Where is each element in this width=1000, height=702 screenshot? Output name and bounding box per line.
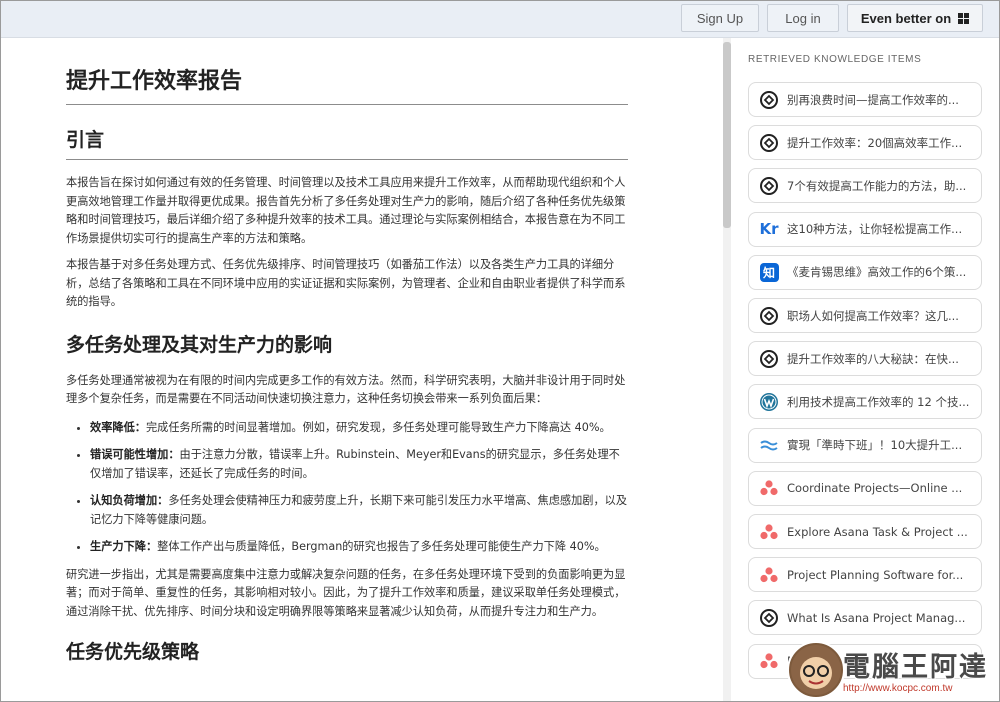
knowledge-item-label: What Is Asana Project Manag... [787, 610, 966, 625]
chatgpt-icon [759, 133, 779, 153]
even-better-button[interactable]: Even better on [847, 4, 983, 32]
knowledge-item-label: 提升工作效率：20個高效率工作... [787, 135, 963, 150]
list-item: 效率降低：完成任务所需的时间显著增加。例如，研究发现，多任务处理可能导致生产力下… [90, 419, 628, 438]
sidebar-title: RETRIEVED KNOWLEDGE ITEMS [748, 54, 922, 65]
knowledge-item[interactable]: Project Planning Software for... [748, 557, 982, 593]
knowledge-item-label: 别再浪费时间—提高工作效率的... [787, 92, 959, 107]
knowledge-item-label: 利用技术提高工作效率的 12 个技... [787, 394, 970, 409]
knowledge-item[interactable]: 知《麦肯锡思维》高效工作的6个策... [748, 254, 982, 290]
knowledge-item[interactable]: Kr 这10种方法，让你轻松提高工作... [748, 211, 982, 247]
knowledge-item[interactable]: 利用技术提高工作效率的 12 个技... [748, 384, 982, 420]
knowledge-item[interactable]: Explore Asana Task & Project ... [748, 514, 982, 549]
windows-icon [958, 12, 970, 24]
section-heading-priority: 任务优先级策略 [66, 641, 200, 663]
list-item: 错误可能性增加：由于注意力分散，错误率上升。Rubinstein、Meyer和E… [90, 446, 628, 483]
knowledge-sidebar: RETRIEVED KNOWLEDGE ITEMS 别再浪费时间—提高工作效率的… [732, 38, 999, 701]
kr-icon: Kr [759, 220, 779, 239]
chatgpt-icon [759, 608, 779, 628]
top-bar: Sign Up Log in Even better on [1, 1, 999, 38]
knowledge-item-label: 职场人如何提高工作效率？这几... [787, 308, 959, 323]
wave-icon [759, 435, 779, 455]
asana-icon [759, 651, 779, 671]
knowledge-item-label: Project Planning Software for... [787, 567, 964, 582]
bullet-list: 效率降低：完成任务所需的时间显著增加。例如，研究发现，多任务处理可能导致生产力下… [66, 419, 628, 557]
knowledge-item-label: 實現「準時下班」！10大提升工... [787, 438, 963, 453]
knowledge-item-label: 提升工作效率的八大秘訣：在快... [787, 351, 959, 366]
knowledge-item[interactable]: 7个有效提高工作能力的方法，助... [748, 168, 982, 204]
knowledge-item[interactable]: 提升工作效率的八大秘訣：在快... [748, 341, 982, 377]
wordpress-icon [759, 392, 779, 412]
scrollbar-thumb[interactable] [723, 42, 731, 228]
section-heading-intro: 引言 [66, 127, 628, 160]
log-in-label: Log in [785, 10, 821, 26]
watermark-url: http://www.kocpc.com.tw [843, 683, 953, 694]
knowledge-item-label: 7个有效提高工作能力的方法，助... [787, 178, 967, 193]
paragraph: 研究进一步指出，尤其是需要高度集中注意力或解决复杂问题的任务，在多任务处理环境下… [66, 567, 626, 618]
asana-icon [759, 478, 779, 498]
knowledge-item-label: 这10种方法，让你轻松提高工作... [787, 222, 963, 237]
list-item: 生产力下降：整体工作产出与质量降低，Bergman的研究也报告了多任务处理可能使… [90, 538, 628, 557]
mascot-logo-icon [787, 641, 845, 699]
sign-up-button[interactable]: Sign Up [681, 4, 759, 32]
asana-icon [759, 522, 779, 542]
list-item: 认知负荷增加：多任务处理会使精神压力和疲劳度上升，长期下来可能引发压力水平增高、… [90, 492, 628, 529]
bullet-text: 多任务处理会使精神压力和疲劳度上升，长期下来可能引发压力水平增高、焦虑感加剧，以… [90, 494, 628, 526]
knowledge-item-label: Coordinate Projects—Online ... [787, 481, 963, 496]
bullet-term: 认知负荷增加： [90, 494, 169, 507]
log-in-button[interactable]: Log in [767, 4, 839, 32]
section-heading-multitasking: 多任务处理及其对生产力的影响 [66, 333, 333, 356]
knowledge-item-label: Explore Asana Task & Project ... [787, 524, 968, 539]
sign-up-label: Sign Up [696, 10, 744, 26]
even-better-label: Even better on [860, 10, 952, 26]
chatgpt-icon [759, 349, 779, 369]
article: 提升工作效率报告 引言 本报告旨在探讨如何通过有效的任务管理、时间管理以及技术工… [66, 38, 628, 665]
chatgpt-icon [759, 176, 779, 196]
knowledge-item[interactable]: 提升工作效率：20個高效率工作... [748, 125, 982, 161]
knowledge-item[interactable]: 别再浪费时间—提高工作效率的... [748, 82, 982, 117]
bullet-term: 效率降低： [90, 420, 146, 434]
bullet-term: 生产力下降： [90, 540, 158, 553]
bullet-text: 完成任务所需的时间显著增加。例如，研究发现，多任务处理可能导致生产力下降高达 4… [145, 420, 611, 434]
app-window: Sign Up Log in Even better on 提升工作效率报告 引… [0, 0, 1000, 702]
content-scrollbar[interactable] [723, 38, 731, 701]
knowledge-item-label: 《麦肯锡思维》高效工作的6个策... [787, 265, 967, 280]
bullet-term: 错误可能性增加： [90, 448, 180, 461]
knowledge-item[interactable]: What Is Asana Project Manag... [748, 600, 982, 636]
chatgpt-icon [759, 90, 779, 110]
zhihu-icon: 知 [759, 262, 779, 282]
paragraph: 本报告基于对多任务处理方式、任务优先级排序、时间管理技巧（如番茄工作法）以及各类… [66, 258, 626, 308]
bullet-text: 整体工作产出与质量降低，Bergman的研究也报告了多任务处理可能使生产力下降 … [157, 540, 606, 553]
site-watermark: 電腦王阿達 http://www.kocpc.com.tw [787, 641, 997, 699]
paragraph: 多任务处理通常被视为在有限的时间内完成更多工作的有效方法。然而，科学研究表明，大… [66, 373, 626, 406]
asana-icon [759, 565, 779, 585]
report-content: 提升工作效率报告 引言 本报告旨在探讨如何通过有效的任务管理、时间管理以及技术工… [1, 38, 721, 701]
knowledge-item[interactable]: 职场人如何提高工作效率？这几... [748, 298, 982, 333]
knowledge-item[interactable]: Coordinate Projects—Online ... [748, 470, 982, 506]
chatgpt-icon [759, 306, 779, 326]
paragraph: 本报告旨在探讨如何通过有效的任务管理、时间管理以及技术工具应用来提升工作效率，从… [66, 176, 626, 245]
page-title: 提升工作效率报告 [66, 68, 628, 105]
watermark-text: 電腦王阿達 [843, 652, 988, 683]
knowledge-item[interactable]: 實現「準時下班」！10大提升工... [748, 427, 982, 463]
